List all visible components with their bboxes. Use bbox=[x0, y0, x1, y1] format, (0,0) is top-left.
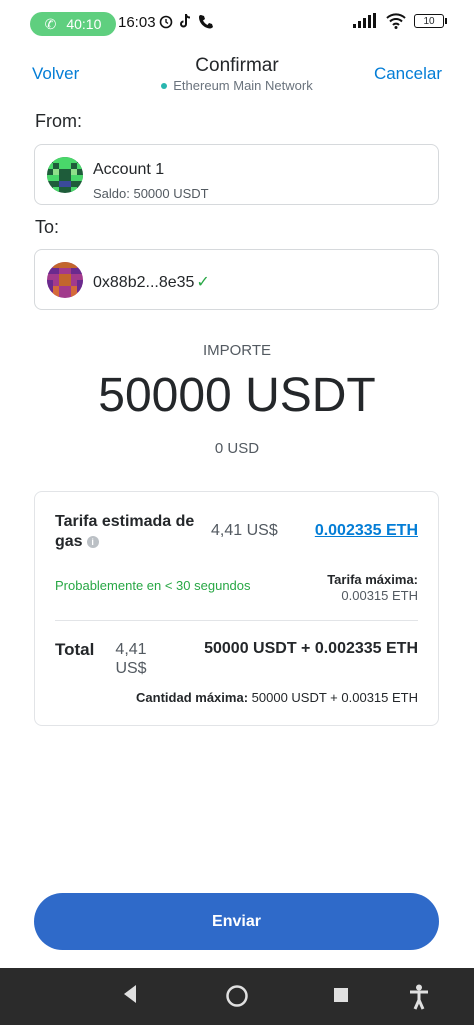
system-navigation-bar bbox=[0, 968, 474, 1025]
max-fee-label: Tarifa máxima: bbox=[327, 572, 418, 587]
account-name: Account 1 bbox=[93, 161, 165, 178]
back-triangle-icon[interactable] bbox=[122, 984, 138, 1004]
total-label: Total bbox=[55, 640, 95, 659]
phone-icon: ✆ bbox=[44, 15, 57, 32]
amount-value: 50000 USDT bbox=[98, 369, 376, 422]
call-timer: 40:10 bbox=[66, 16, 102, 32]
recipient-address-text: 0x88b2...8e35 bbox=[93, 274, 195, 291]
send-button[interactable]: Enviar bbox=[34, 893, 439, 950]
to-label: To: bbox=[35, 217, 60, 237]
transaction-fee-card: Tarifa estimada de gas i 4,41 US$ 0.00233… bbox=[34, 491, 439, 726]
alarm-icon bbox=[159, 15, 173, 29]
wifi-icon bbox=[386, 13, 406, 29]
account-balance: Saldo: 50000 USDT bbox=[93, 186, 209, 201]
info-icon[interactable]: i bbox=[86, 535, 99, 548]
home-circle-icon[interactable] bbox=[225, 984, 249, 1008]
total-fiat: 4,41 US$ bbox=[115, 641, 147, 677]
total-value: 50000 USDT + 0.002335 ETH bbox=[204, 640, 418, 657]
status-bar: ✆ 40:10 16:03 10 bbox=[0, 0, 474, 46]
divider bbox=[55, 620, 418, 621]
system-icons: 10 bbox=[352, 13, 447, 29]
gas-fee-title: Tarifa estimada de gas i bbox=[55, 512, 223, 552]
notification-icons bbox=[158, 13, 213, 29]
signal-icon bbox=[353, 13, 376, 28]
ongoing-call-pill[interactable]: ✆ 40:10 bbox=[30, 12, 116, 36]
verified-check-icon: ✓ bbox=[196, 274, 210, 291]
gas-fee-fiat: 4,41 US$ bbox=[211, 522, 278, 539]
gas-fee-eth-link[interactable]: 0.002335 ETH bbox=[315, 522, 418, 540]
amount-label: IMPORTE bbox=[202, 342, 272, 359]
to-address-box[interactable]: 0x88b2...8e35 ✓ bbox=[34, 249, 439, 310]
status-time: 16:03 bbox=[118, 14, 156, 31]
max-amount-value: 50000 USDT + 0.00315 ETH bbox=[251, 690, 418, 705]
recents-square-icon[interactable] bbox=[333, 987, 349, 1003]
battery-icon: 10 bbox=[414, 14, 447, 28]
recipient-avatar bbox=[47, 262, 83, 298]
tiktok-icon bbox=[180, 13, 191, 28]
max-amount-label: Cantidad máxima: bbox=[136, 690, 249, 705]
accessibility-icon[interactable] bbox=[408, 984, 430, 1010]
gas-time-estimate: Probablemente en < 30 segundos bbox=[55, 578, 251, 593]
from-account-box[interactable]: Account 1 Saldo: 50000 USDT bbox=[34, 144, 439, 205]
cancel-button[interactable]: Cancelar bbox=[374, 64, 442, 84]
max-amount: Cantidad máxima: 50000 USDT + 0.00315 ET… bbox=[136, 690, 418, 705]
from-label: From: bbox=[35, 111, 82, 131]
amount-fiat: 0 USD bbox=[214, 440, 260, 457]
recipient-address: 0x88b2...8e35 ✓ bbox=[93, 272, 210, 292]
account-avatar bbox=[47, 157, 83, 193]
gas-fee-title-text: Tarifa estimada de gas bbox=[55, 513, 195, 550]
battery-level: 10 bbox=[423, 15, 435, 27]
confirm-header: Volver Confirmar Ethereum Main Network C… bbox=[0, 52, 474, 100]
network-status-dot bbox=[161, 82, 168, 89]
network-name: Ethereum Main Network bbox=[173, 78, 313, 93]
max-fee-value: 0.00315 ETH bbox=[341, 588, 418, 603]
phone-icon bbox=[199, 15, 213, 29]
